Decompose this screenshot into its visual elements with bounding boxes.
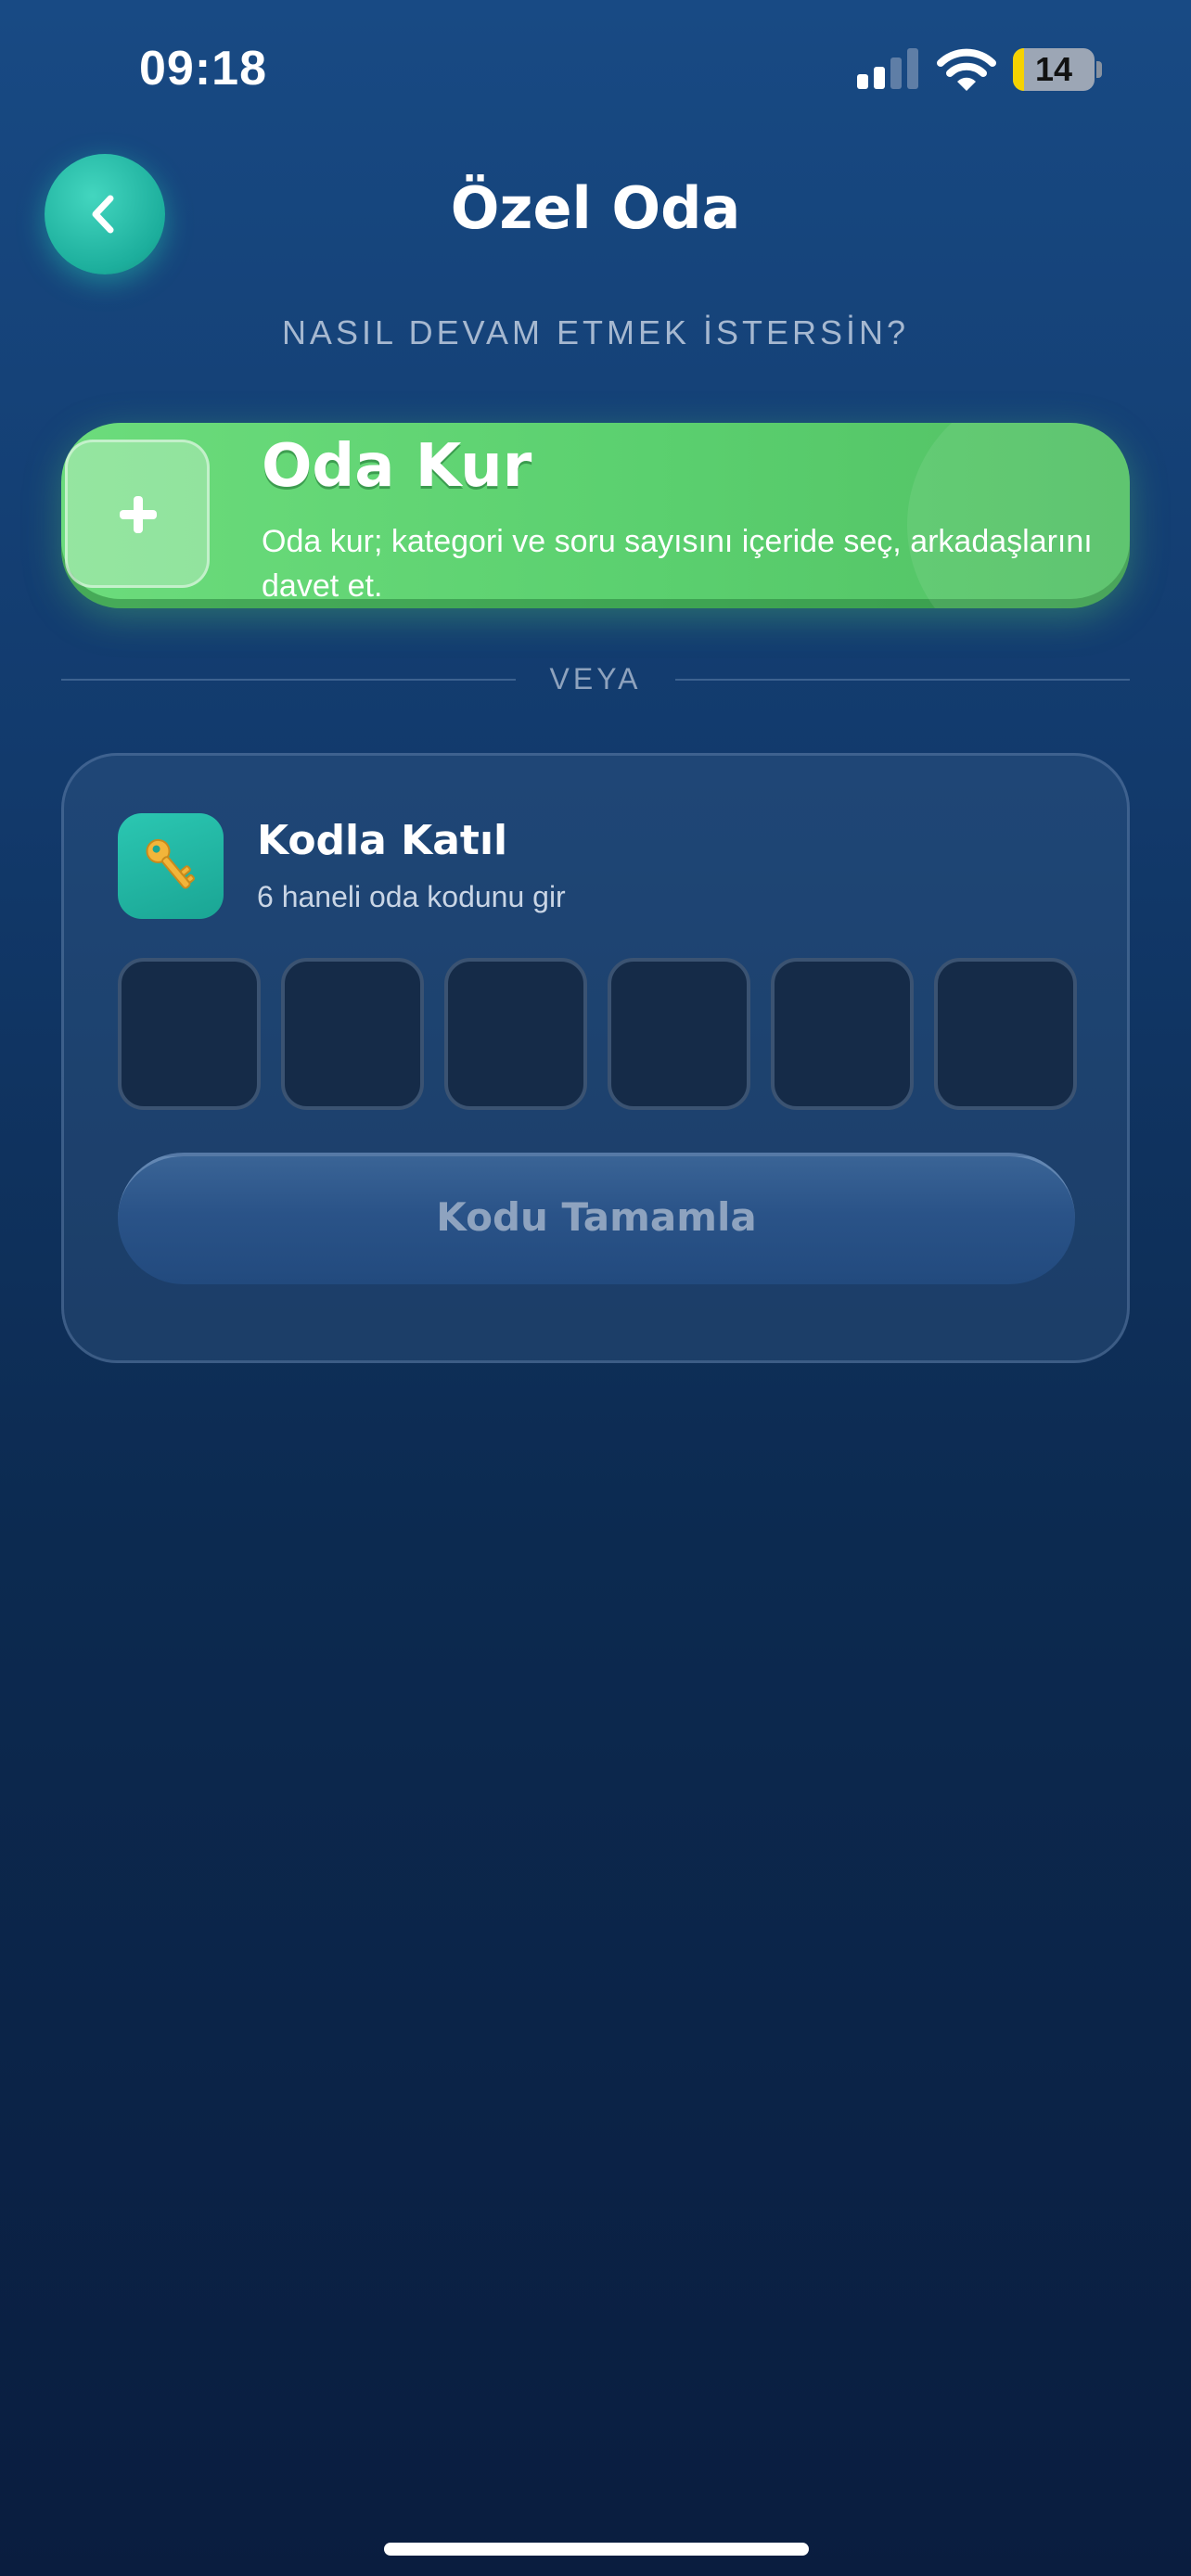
- plus-icon: [120, 496, 157, 533]
- key-icon: [146, 838, 195, 889]
- join-with-code-card: Kodla Katıl 6 haneli oda kodunu gir Kodu…: [61, 753, 1130, 1363]
- continue-prompt: NASIL DEVAM ETMEK İSTERSİN?: [281, 313, 910, 351]
- divider-line-left: [61, 679, 516, 681]
- code-digit-input-6[interactable]: [934, 958, 1077, 1110]
- create-room-button[interactable]: Oda Kur Oda kur; kategori ve soru sayısı…: [61, 423, 1130, 608]
- join-title: Kodla Katıl: [257, 817, 508, 864]
- code-digit-input-5[interactable]: [771, 958, 914, 1110]
- cellular-signal-icon: [857, 48, 918, 89]
- battery-tip: [1096, 61, 1102, 78]
- battery-level-text: 14: [1034, 50, 1073, 88]
- divider-label: VEYA: [549, 662, 642, 695]
- complete-code-button[interactable]: Kodu Tamamla: [118, 1153, 1075, 1284]
- divider-line-right: [675, 679, 1130, 681]
- create-room-description: Oda kur; kategori ve soru sayısını içeri…: [262, 524, 1093, 604]
- key-badge: [118, 813, 224, 919]
- code-digit-input-4[interactable]: [608, 958, 750, 1110]
- code-digit-input-2[interactable]: [281, 958, 424, 1110]
- plus-icon-box: [65, 440, 210, 588]
- status-time: 09:18: [139, 42, 267, 96]
- page-title: Özel Oda: [450, 174, 741, 242]
- join-subtitle: 6 haneli oda kodunu gir: [257, 880, 566, 913]
- home-indicator[interactable]: [384, 2543, 809, 2556]
- code-digit-input-3[interactable]: [444, 958, 587, 1110]
- create-room-title: Oda Kur: [262, 432, 532, 501]
- wifi-icon: [937, 48, 996, 91]
- battery-indicator: 14: [1013, 48, 1095, 91]
- code-digit-input-1[interactable]: [118, 958, 261, 1110]
